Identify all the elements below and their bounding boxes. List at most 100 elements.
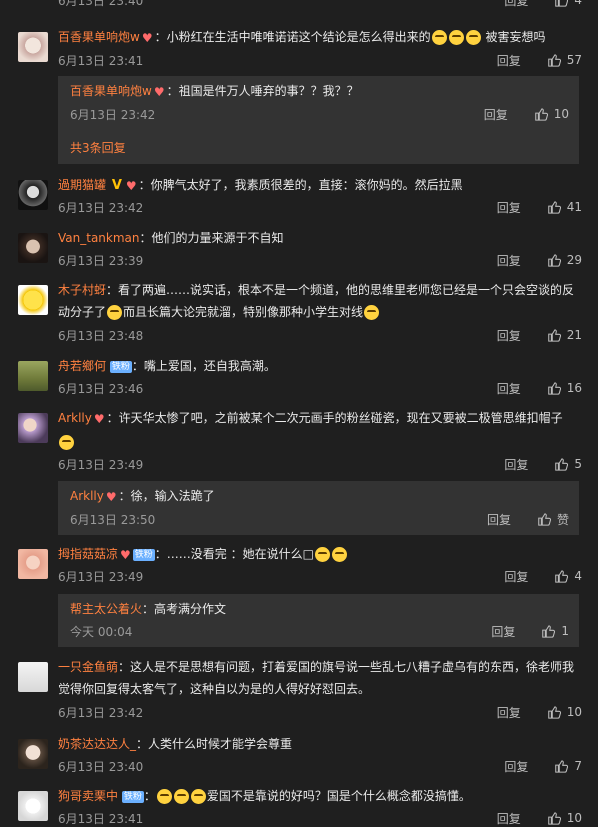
commenter-name[interactable]: 舟若鄉何 — [58, 359, 106, 373]
like-count: 1 — [561, 624, 569, 638]
reply-text: ：高考满分作文 — [142, 602, 227, 616]
reply-button[interactable]: 回复 — [491, 623, 515, 640]
like-button[interactable]: 29 — [547, 253, 582, 267]
fan-badge: 铁粉 — [132, 548, 155, 561]
avatar[interactable] — [18, 32, 48, 62]
reply-time: 今天 00:04 — [70, 624, 133, 639]
like-count: 41 — [566, 200, 582, 214]
comment-time: 6月13日 23:39 — [58, 253, 144, 268]
reply-button[interactable]: 回复 — [487, 511, 511, 528]
like-count: 29 — [566, 253, 582, 267]
comment-item: 木子村蚜：看了两遍……说实话，根本不是一个频道，他的思维里老师您已经是一个只会空… — [0, 279, 598, 349]
like-button[interactable]: 10 — [547, 705, 582, 719]
thumbs-up-icon — [555, 458, 569, 471]
thumbs-up-icon — [547, 54, 561, 67]
avatar[interactable] — [18, 739, 48, 769]
commenter-name[interactable]: 狗哥卖栗中 — [58, 789, 118, 803]
member-badge-icon: ♥ — [93, 411, 105, 426]
avatar[interactable] — [18, 361, 48, 391]
thumbs-up-icon — [555, 0, 569, 7]
like-count: 16 — [566, 381, 582, 395]
comment-text: ：这人是不是思想有问题，打着爱国的旗号说一些乱七八糟子虚乌有的东西，徐老师我 — [118, 660, 575, 674]
comment-item: 奶茶达达达人_：人类什么时候才能学会尊重 6月13日 23:40 回复 7 — [0, 733, 598, 783]
avatar[interactable] — [18, 285, 48, 315]
reply-button[interactable]: 回复 — [497, 52, 521, 69]
reply-button[interactable]: 回复 — [504, 568, 528, 585]
like-button[interactable]: 1 — [541, 624, 569, 638]
like-button[interactable]: 5 — [554, 457, 582, 471]
reply-button[interactable]: 回复 — [497, 252, 521, 269]
avatar[interactable] — [18, 791, 48, 821]
reply-button[interactable]: 回复 — [497, 380, 521, 397]
emoji-icon — [465, 30, 481, 45]
comment-item: 舟若鄉何 铁粉 ：嘴上爱国，还自我高潮。 6月13日 23:46 回复 16 — [0, 355, 598, 405]
emoji-icon — [156, 789, 172, 804]
like-button[interactable]: 7 — [554, 759, 582, 773]
avatar[interactable] — [18, 233, 48, 263]
commenter-name[interactable]: Arklly — [58, 411, 92, 425]
more-replies-link[interactable]: 共3条回复 — [70, 141, 126, 155]
like-count: 21 — [566, 328, 582, 342]
reply-time: 6月13日 23:50 — [70, 512, 156, 527]
comment-text: ：人类什么时候才能学会尊重 — [136, 737, 293, 751]
thumbs-up-icon — [547, 382, 561, 395]
commenter-name[interactable]: 過期猫罐 — [58, 178, 106, 192]
like-button[interactable]: 10 — [547, 811, 582, 825]
member-badge-icon: ♥ — [125, 178, 137, 193]
commenter-name[interactable]: 百香果单响炮w — [58, 30, 140, 44]
thumbs-up-icon — [542, 625, 556, 638]
comment-text: ：你脾气太好了，我素质很差的，直接：滚你妈的。然后拉黑 — [138, 178, 463, 192]
emoji-icon — [331, 547, 347, 562]
reply-button[interactable]: 回复 — [497, 327, 521, 344]
like-button[interactable]: 4 — [554, 569, 582, 583]
comment-text: ：……没看完 ：她在说什么□ — [154, 547, 314, 561]
comment-item: Arklly ♥ ：许天华太惨了吧，之前被某个二次元画手的粉丝碰瓷，现在又要被二极管… — [0, 407, 598, 537]
reply-button[interactable]: 回复 — [504, 758, 528, 775]
like-button[interactable]: 41 — [547, 200, 582, 214]
reply-author[interactable]: Arklly — [70, 489, 104, 503]
avatar[interactable] — [18, 662, 48, 692]
verified-v-icon: V — [111, 177, 122, 193]
avatar[interactable] — [18, 180, 48, 210]
like-button[interactable]: 21 — [547, 328, 582, 342]
reply-button[interactable]: 回复 — [497, 704, 521, 721]
comment-text: ：他们的力量来源于不自知 — [139, 231, 284, 245]
comment-time: 6月13日 23:40 — [58, 0, 144, 8]
like-count: 4 — [574, 569, 582, 583]
commenter-name[interactable]: 奶茶达达达人_ — [58, 737, 136, 751]
reply-button[interactable]: 回复 — [504, 0, 528, 9]
reply-author[interactable]: 帮主太公着火 — [70, 602, 142, 616]
reply-button[interactable]: 回复 — [484, 106, 508, 123]
reply-button[interactable]: 回复 — [497, 199, 521, 216]
like-button[interactable]: 赞 — [537, 511, 569, 528]
comment-item: Van_tankman：他们的力量来源于不自知 6月13日 23:39 回复 2… — [0, 227, 598, 277]
emoji-icon — [314, 547, 330, 562]
like-count: 10 — [566, 705, 582, 719]
comment-time: 6月13日 23:41 — [58, 53, 144, 68]
commenter-name[interactable]: 木子村蚜 — [58, 283, 106, 297]
like-button[interactable]: 10 — [534, 107, 569, 121]
reply-button[interactable]: 回复 — [504, 456, 528, 473]
comment-text: ：小粉红在生活中唯唯诺诺这个结论是怎么得出来的 — [154, 30, 431, 44]
partial-comment-meta: 6月13日 23:40 回复 4 — [58, 0, 582, 8]
reply-author[interactable]: 百香果单响炮w — [70, 84, 152, 98]
like-button[interactable]: 57 — [547, 53, 582, 67]
comment-item: 拇指菇菇凉 ♥ 铁粉 ：……没看完 ：她在说什么□ 6月13日 23:49 回复 4 … — [0, 543, 598, 651]
commenter-name[interactable]: 一只金鱼萌 — [58, 660, 118, 674]
like-button[interactable]: 16 — [547, 381, 582, 395]
reply-button[interactable]: 回复 — [497, 810, 521, 827]
sub-reply-box: 帮主太公着火：高考满分作文 今天 00:04 回复 1 — [58, 594, 579, 647]
comment-time: 6月13日 23:42 — [58, 200, 144, 215]
comment-time: 6月13日 23:46 — [58, 381, 144, 396]
commenter-name[interactable]: 拇指菇菇凉 — [58, 547, 118, 561]
avatar[interactable] — [18, 549, 48, 579]
commenter-name[interactable]: Van_tankman — [58, 231, 140, 245]
like-button[interactable]: 4 — [554, 0, 582, 7]
comment-item: 一只金鱼萌：这人是不是思想有问题，打着爱国的旗号说一些乱七八糟子虚乌有的东西，徐… — [0, 656, 598, 726]
comment-time: 6月13日 23:49 — [58, 457, 144, 472]
avatar[interactable] — [18, 413, 48, 443]
comment-text-line2: 动分子了 — [58, 305, 107, 319]
like-count: 10 — [553, 107, 569, 121]
comment-text: ：许天华太惨了吧，之前被某个二次元画手的粉丝碰瓷，现在又要被二极管思维扣帽子 — [106, 411, 563, 425]
comment-time: 6月13日 23:42 — [58, 705, 144, 720]
